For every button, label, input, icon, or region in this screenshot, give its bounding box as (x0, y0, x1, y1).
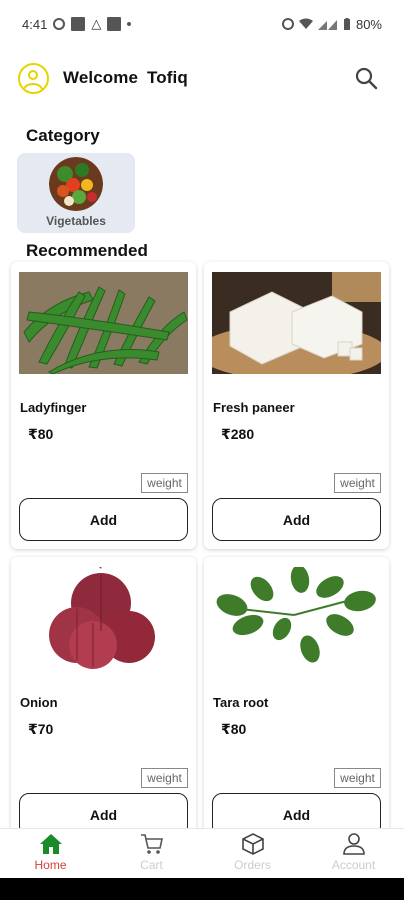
nav-home[interactable]: Home (0, 829, 101, 878)
battery-percent: 80% (355, 16, 382, 32)
notification-icon (71, 17, 86, 31)
onion-image (19, 567, 188, 669)
more-notifications-icon (127, 22, 132, 26)
system-navigation-bar (0, 878, 404, 900)
nav-label: Cart (140, 858, 163, 872)
product-price: ₹80 (28, 426, 54, 442)
product-price: ₹280 (221, 426, 255, 442)
welcome-label: Welcome (63, 68, 139, 87)
category-item-vegetables[interactable]: Vigetables (17, 153, 135, 233)
paneer-image (212, 272, 381, 374)
status-bar: 4:41 △ 80% (0, 0, 404, 48)
nav-label: Home (34, 858, 67, 872)
box-icon (241, 833, 264, 855)
product-name: Onion (20, 695, 58, 710)
alarm-icon: △ (91, 16, 102, 31)
home-icon (39, 834, 62, 854)
product-price: ₹70 (28, 721, 54, 737)
product-name: Tara root (213, 695, 269, 710)
wifi-icon (298, 18, 313, 29)
recommended-heading: Recommended (26, 241, 148, 260)
add-button[interactable]: Add (212, 498, 381, 541)
nav-label: Orders (234, 858, 271, 872)
notification-icon (107, 17, 122, 31)
whatsapp-icon (53, 18, 66, 30)
weight-select[interactable]: weight (141, 473, 188, 493)
product-card-onion[interactable]: Onion ₹70 weight Add (11, 557, 196, 844)
vegetables-image (49, 157, 103, 211)
product-name: Ladyfinger (20, 400, 87, 415)
signal-icon (317, 20, 337, 30)
welcome-text: Welcome Tofiq (63, 68, 188, 88)
search-button[interactable] (352, 64, 380, 92)
nav-cart[interactable]: Cart (101, 829, 202, 878)
nav-label: Account (331, 858, 376, 872)
product-card-tara-root[interactable]: Tara root ₹80 weight Add (204, 557, 389, 844)
data-saver-icon (281, 18, 294, 30)
nav-orders[interactable]: Orders (202, 829, 303, 878)
header: Welcome Tofiq (18, 56, 380, 100)
status-time: 4:41 (22, 16, 48, 32)
tara-root-image (212, 567, 381, 669)
bottom-nav: Home Cart Orders Account (0, 828, 404, 878)
nav-account[interactable]: Account (303, 829, 404, 878)
category-label: Vigetables (46, 214, 106, 228)
product-name: Fresh paneer (213, 400, 295, 415)
weight-select[interactable]: weight (141, 768, 188, 788)
product-price: ₹80 (221, 721, 247, 737)
battery-icon (343, 18, 350, 30)
product-card-fresh-paneer[interactable]: Fresh paneer ₹280 weight Add (204, 262, 389, 549)
person-icon (342, 833, 365, 855)
weight-select[interactable]: weight (334, 768, 381, 788)
avatar[interactable] (18, 62, 49, 94)
search-icon (355, 67, 378, 90)
product-card-ladyfinger[interactable]: Ladyfinger ₹80 weight Add (11, 262, 196, 549)
add-button[interactable]: Add (19, 498, 188, 541)
ladyfinger-image (19, 272, 188, 374)
user-name: Tofiq (147, 68, 188, 87)
weight-select[interactable]: weight (334, 473, 381, 493)
cart-icon (140, 834, 163, 854)
category-heading: Category (26, 126, 100, 145)
